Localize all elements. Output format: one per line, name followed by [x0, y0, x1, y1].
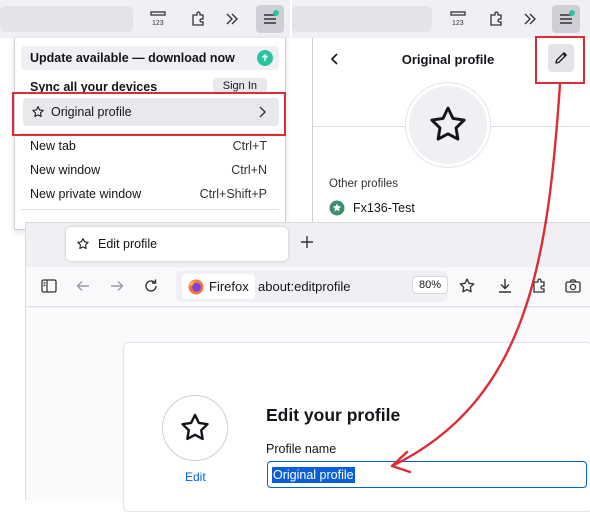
annotation-arrow [390, 83, 562, 474]
